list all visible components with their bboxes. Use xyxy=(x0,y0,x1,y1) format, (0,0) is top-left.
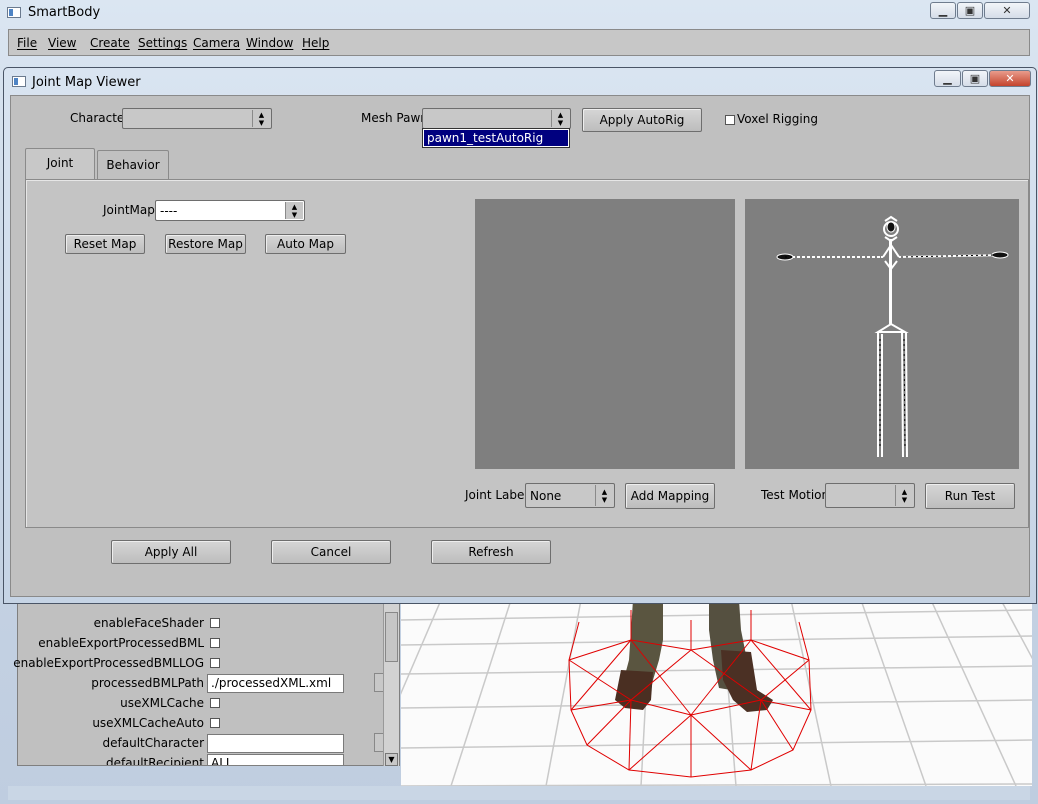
chevron-updown-icon: ▲ ▼ xyxy=(252,110,270,127)
skeleton-figure xyxy=(776,215,1009,458)
dialog-minimize-icon[interactable]: ▁ xyxy=(934,70,961,87)
voxel-rigging-checkbox[interactable] xyxy=(725,115,735,125)
jointmaps-label: JointMaps xyxy=(103,203,162,217)
chevron-updown-icon: ▲ ▼ xyxy=(551,110,569,127)
menu-window[interactable]: Window xyxy=(246,36,293,50)
dialog-title-bar[interactable]: Joint Map Viewer ▁ ▣ ✕ xyxy=(4,68,1036,94)
auto-map-button[interactable]: Auto Map xyxy=(265,234,346,254)
dialog-window-icon xyxy=(12,76,26,87)
attribute-scrollbar[interactable]: ▼ xyxy=(383,600,399,766)
joint-labels-label: Joint Labels xyxy=(465,488,534,502)
attr-label: useXMLCache xyxy=(120,696,204,710)
tab-joint-mapper[interactable]: Joint Mapper xyxy=(25,148,95,198)
joint-map-view[interactable] xyxy=(475,199,735,469)
mesh-pawn-option[interactable]: pawn1_testAutoRig xyxy=(424,130,568,146)
attr-row: enableFaceShader xyxy=(18,613,378,633)
attr-row: processedBMLPath ./processedXML.xml xyxy=(18,673,378,693)
chevron-updown-icon: ▲ ▼ xyxy=(285,202,303,219)
joint-mapper-panel: JointMaps ---- ▲ ▼ Reset Map Restore Map … xyxy=(25,179,1029,528)
chevron-updown-icon: ▲ ▼ xyxy=(595,485,613,506)
attr-row: enableExportProcessedBML xyxy=(18,633,378,653)
joint-labels-value: None xyxy=(530,489,562,503)
app-title-bar[interactable]: SmartBody ▁ ▣ ✕ xyxy=(0,0,1038,26)
joint-map-viewer-dialog: Joint Map Viewer ▁ ▣ ✕ Character ▲ ▼ Mesh… xyxy=(3,67,1037,604)
run-test-button[interactable]: Run Test xyxy=(925,483,1015,509)
attr-label: enableExportProcessedBMLLOG xyxy=(13,656,204,670)
dialog-maximize-icon[interactable]: ▣ xyxy=(962,70,988,87)
voxel-rigging-label: Voxel Rigging xyxy=(737,112,818,126)
menu-view[interactable]: View xyxy=(48,36,76,50)
menu-camera[interactable]: Camera xyxy=(193,36,240,50)
mesh-pawn-dropdown: pawn1_testAutoRig xyxy=(422,128,570,148)
dialog-title: Joint Map Viewer xyxy=(32,75,141,90)
tab-behavior-set[interactable]: Behavior Set xyxy=(97,150,169,200)
dialog-close-icon[interactable]: ✕ xyxy=(989,70,1031,87)
jointmaps-select[interactable]: ---- ▲ ▼ xyxy=(155,200,305,221)
scroll-down-icon[interactable]: ▼ xyxy=(385,753,398,766)
attr-row: useXMLCacheAuto xyxy=(18,713,378,733)
attr-text-field[interactable]: ./processedXML.xml xyxy=(207,674,344,693)
attr-checkbox[interactable] xyxy=(210,698,220,708)
attr-label: useXMLCacheAuto xyxy=(92,716,204,730)
joint-labels-select[interactable]: None ▲ ▼ xyxy=(525,483,615,508)
test-motions-select[interactable]: ▲ ▼ xyxy=(825,483,915,508)
restore-map-button[interactable]: Restore Map xyxy=(165,234,246,254)
scene-grid xyxy=(401,600,1032,786)
close-icon[interactable]: ✕ xyxy=(984,2,1030,19)
attr-label: enableFaceShader xyxy=(93,616,204,630)
attr-checkbox[interactable] xyxy=(210,638,220,648)
attr-checkbox[interactable] xyxy=(210,618,220,628)
dialog-body: Character ▲ ▼ Mesh Pawn ▲ ▼ pawn1_testAuto… xyxy=(10,95,1030,597)
attr-checkbox[interactable] xyxy=(210,718,220,728)
attr-label: enableExportProcessedBML xyxy=(38,636,204,650)
minimize-icon[interactable]: ▁ xyxy=(930,2,956,19)
scrollbar-thumb[interactable] xyxy=(385,612,398,662)
attr-label: defaultCharacter xyxy=(102,736,204,750)
attr-row: enableExportProcessedBMLLOG xyxy=(13,653,378,673)
cancel-button[interactable]: Cancel xyxy=(271,540,391,564)
maximize-icon[interactable]: ▣ xyxy=(957,2,983,19)
status-bar xyxy=(8,786,1030,800)
skeleton-preview[interactable] xyxy=(745,199,1019,469)
reset-map-button[interactable]: Reset Map xyxy=(65,234,145,254)
menu-bar: File View Create Settings Camera Window … xyxy=(8,29,1030,56)
attr-text-field[interactable]: ALL xyxy=(207,754,344,765)
mesh-pawn-label: Mesh Pawn xyxy=(361,111,428,125)
jointmaps-value: ---- xyxy=(160,204,178,218)
character-legs xyxy=(615,600,773,712)
attr-row: defaultRecipient ALL xyxy=(18,753,378,765)
menu-create[interactable]: Create xyxy=(90,36,130,50)
menu-file[interactable]: File xyxy=(17,36,37,50)
attr-label: defaultRecipient xyxy=(106,756,204,765)
menu-settings[interactable]: Settings xyxy=(138,36,187,50)
attribute-panel: enableFaceShader enableExportProcessedBM… xyxy=(13,590,400,766)
attr-checkbox[interactable] xyxy=(210,658,220,668)
attr-label: processedBMLPath xyxy=(91,676,204,690)
chevron-updown-icon: ▲ ▼ xyxy=(895,485,913,506)
menu-help[interactable]: Help xyxy=(302,36,329,50)
app-window-icon xyxy=(7,7,21,18)
attr-row: defaultCharacter xyxy=(18,733,378,753)
app-title: SmartBody xyxy=(28,5,101,20)
refresh-button[interactable]: Refresh xyxy=(431,540,551,564)
3d-viewport[interactable] xyxy=(401,600,1032,786)
apply-autorig-button[interactable]: Apply AutoRig xyxy=(582,108,702,132)
character-select[interactable]: ▲ ▼ xyxy=(122,108,272,129)
attr-row: useXMLCache xyxy=(18,693,378,713)
mesh-pawn-select[interactable]: ▲ ▼ xyxy=(422,108,571,129)
character-label: Character xyxy=(70,111,130,125)
wireframe-mesh xyxy=(568,610,812,778)
apply-all-button[interactable]: Apply All xyxy=(111,540,231,564)
attr-text-field[interactable] xyxy=(207,734,344,753)
add-mapping-button[interactable]: Add Mapping xyxy=(625,483,715,509)
